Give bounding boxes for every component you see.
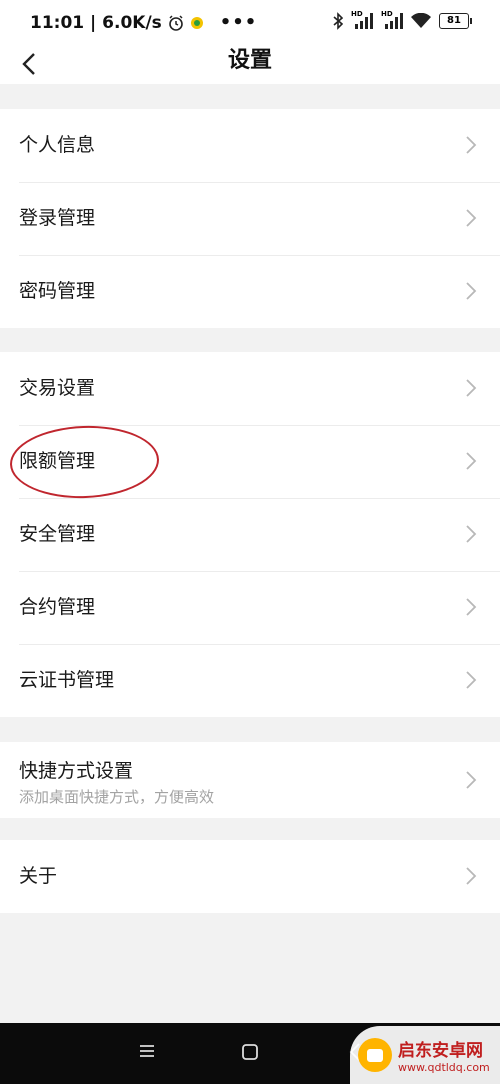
chevron-right-icon (466, 598, 477, 616)
settings-item-contract[interactable]: 合约管理 (0, 571, 500, 644)
watermark-logo-icon (358, 1038, 392, 1072)
chevron-right-icon (466, 136, 477, 154)
settings-item-password[interactable]: 密码管理 (0, 255, 500, 328)
settings-item-cloud-cert[interactable]: 云证书管理 (0, 644, 500, 717)
settings-item-about[interactable]: 关于 (0, 840, 500, 913)
back-button[interactable] (14, 44, 44, 84)
settings-group-about: 关于 (0, 840, 500, 913)
chevron-right-icon (466, 771, 477, 789)
chevron-right-icon (466, 209, 477, 227)
settings-group-shortcut: 快捷方式设置 添加桌面快捷方式，方便高效 (0, 742, 500, 818)
app-notification-icon (190, 16, 203, 29)
status-left: 11:01 | 6.0K/s ••• (30, 12, 257, 33)
settings-item-subtitle: 添加桌面快捷方式，方便高效 (19, 788, 215, 806)
status-right: HD HD 81 (333, 10, 472, 30)
more-notifications-icon: ••• (219, 12, 258, 33)
page-title: 设置 (227, 48, 272, 73)
chevron-right-icon (466, 525, 477, 543)
menu-icon[interactable] (139, 1043, 155, 1059)
chevron-right-icon (466, 379, 477, 397)
home-icon[interactable] (241, 1043, 259, 1061)
settings-item-personal-info[interactable]: 个人信息 (0, 109, 500, 182)
wifi-icon (411, 13, 431, 28)
status-bar: 11:01 | 6.0K/s ••• HD HD 81 (0, 0, 500, 44)
settings-group-security: 交易设置 限额管理 安全管理 合约管理 云证书管理 (0, 352, 500, 717)
settings-item-label: 云证书管理 (19, 669, 115, 691)
settings-item-label: 交易设置 (19, 377, 96, 399)
watermark: 启东安卓网 www.qdtldq.com (350, 1026, 500, 1084)
battery-icon: 81 (439, 13, 472, 29)
time-speed-text: 11:01 | 6.0K/s (30, 12, 162, 33)
nav-bar: 设置 (0, 44, 500, 84)
chevron-left-icon (22, 53, 35, 75)
signal-2: HD (381, 10, 403, 30)
settings-item-label: 登录管理 (19, 207, 96, 229)
settings-item-label: 快捷方式设置 (19, 760, 134, 782)
bluetooth-icon (333, 12, 343, 30)
watermark-text: 启东安卓网 www.qdtldq.com (398, 1036, 490, 1074)
settings-group-account: 个人信息 登录管理 密码管理 (0, 109, 500, 328)
settings-item-label: 密码管理 (19, 280, 96, 302)
cell-signal-icon (355, 13, 373, 29)
settings-item-label: 个人信息 (19, 134, 96, 156)
battery-level: 81 (439, 13, 469, 29)
cell-signal-icon (385, 13, 403, 29)
settings-item-shortcut[interactable]: 快捷方式设置 添加桌面快捷方式，方便高效 (0, 742, 500, 818)
chevron-right-icon (466, 282, 477, 300)
chevron-right-icon (466, 452, 477, 470)
watermark-name: 启东安卓网 (398, 1041, 483, 1061)
signal-1: HD (351, 10, 373, 30)
settings-item-label: 安全管理 (19, 523, 96, 545)
settings-item-login[interactable]: 登录管理 (0, 182, 500, 255)
settings-item-safety[interactable]: 安全管理 (0, 498, 500, 571)
settings-item-label: 合约管理 (19, 596, 96, 618)
settings-item-label: 关于 (19, 865, 58, 887)
chevron-right-icon (466, 867, 477, 885)
settings-item-trade[interactable]: 交易设置 (0, 352, 500, 425)
chevron-right-icon (466, 671, 477, 689)
watermark-url: www.qdtldq.com (398, 1061, 490, 1074)
alarm-icon (168, 14, 183, 31)
